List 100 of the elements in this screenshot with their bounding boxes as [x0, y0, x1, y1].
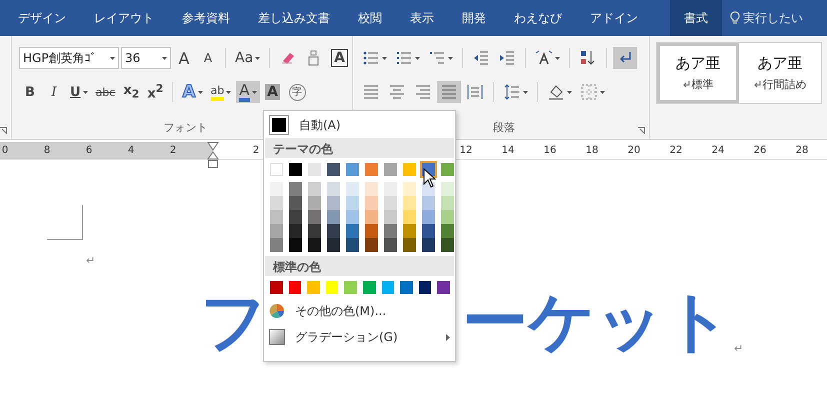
bold-button[interactable]: B — [19, 81, 41, 103]
color-swatch[interactable] — [289, 224, 302, 238]
color-swatch[interactable] — [441, 210, 454, 224]
dialog-launcher-icon[interactable] — [0, 127, 7, 134]
character-shading-button[interactable]: A — [262, 81, 284, 103]
color-swatch[interactable] — [346, 224, 359, 238]
highlight-button[interactable]: ab — [208, 81, 234, 103]
shrink-font-button[interactable]: A — [197, 47, 219, 69]
color-swatch[interactable] — [403, 238, 416, 252]
ribbon-tab[interactable]: 表示 — [396, 0, 448, 36]
color-swatch[interactable] — [307, 281, 320, 294]
color-swatch[interactable] — [308, 210, 321, 224]
ribbon-tab[interactable]: デザイン — [4, 0, 80, 36]
color-swatch[interactable] — [346, 182, 359, 196]
color-swatch[interactable] — [365, 238, 378, 252]
color-swatch[interactable] — [308, 163, 321, 176]
color-swatch[interactable] — [403, 224, 416, 238]
color-swatch[interactable] — [362, 281, 376, 294]
ribbon-tab[interactable]: アドイン — [576, 0, 652, 36]
color-swatch[interactable] — [422, 224, 435, 238]
strikethrough-button[interactable]: abc — [92, 81, 118, 103]
more-colors-item[interactable]: その他の色(M)... — [265, 298, 454, 324]
color-swatch[interactable] — [346, 210, 359, 224]
color-swatch[interactable] — [403, 196, 416, 210]
color-swatch[interactable] — [365, 163, 378, 176]
style-item[interactable]: あア亜 標準 — [657, 43, 739, 103]
color-swatch[interactable] — [346, 238, 359, 252]
underline-button[interactable]: U — [67, 81, 91, 103]
font-color-button[interactable]: A — [236, 81, 260, 103]
color-swatch[interactable] — [422, 238, 435, 252]
color-swatch[interactable] — [441, 182, 454, 196]
color-swatch[interactable] — [384, 238, 397, 252]
automatic-color-item[interactable]: 自動(A) — [265, 112, 454, 138]
color-swatch[interactable] — [441, 196, 454, 210]
color-swatch[interactable] — [289, 196, 302, 210]
color-swatch[interactable] — [346, 196, 359, 210]
color-swatch[interactable] — [308, 196, 321, 210]
color-swatch[interactable] — [403, 163, 416, 176]
tell-me-field[interactable]: 実行したい — [743, 11, 809, 25]
color-swatch[interactable] — [365, 182, 378, 196]
character-border-button[interactable]: A — [328, 47, 351, 69]
color-swatch[interactable] — [270, 196, 283, 210]
script-button[interactable]: x$_{2}$ — [120, 81, 142, 103]
color-swatch[interactable] — [288, 281, 302, 294]
color-swatch[interactable] — [422, 210, 435, 224]
color-swatch[interactable] — [403, 182, 416, 196]
color-swatch[interactable] — [382, 281, 394, 294]
color-swatch[interactable] — [422, 196, 435, 210]
font-name-field[interactable]: HGP創英角ｺﾞ — [19, 47, 119, 69]
ribbon-tab[interactable]: 開発 — [448, 0, 500, 36]
ribbon-tab[interactable]: 差し込み文書 — [244, 0, 344, 36]
script-button[interactable]: x$^{2}$ — [144, 81, 166, 103]
change-case-button[interactable]: Aa — [232, 47, 264, 69]
color-swatch[interactable] — [327, 210, 340, 224]
color-swatch[interactable] — [289, 210, 302, 224]
ribbon-tab[interactable]: レイアウト — [80, 0, 168, 36]
paragraph-mark-button[interactable] — [613, 47, 637, 69]
color-swatch[interactable] — [289, 163, 302, 176]
color-swatch[interactable] — [437, 281, 450, 294]
font-size-field[interactable]: 36 — [121, 47, 171, 69]
color-swatch[interactable] — [365, 210, 378, 224]
italic-button[interactable]: I — [43, 81, 65, 103]
ribbon-tab[interactable]: 校閲 — [344, 0, 396, 36]
indent-marker-icon[interactable] — [207, 142, 219, 169]
ribbon-tab[interactable]: わえなび — [500, 0, 576, 36]
color-swatch[interactable] — [441, 238, 454, 252]
color-swatch[interactable] — [400, 281, 413, 294]
color-swatch[interactable] — [327, 182, 340, 196]
justify-button[interactable] — [437, 81, 461, 103]
color-swatch[interactable] — [384, 224, 397, 238]
color-swatch[interactable] — [344, 281, 357, 294]
color-swatch[interactable] — [270, 210, 283, 224]
color-swatch[interactable] — [384, 196, 397, 210]
color-swatch[interactable] — [270, 281, 283, 294]
color-swatch[interactable] — [326, 281, 338, 294]
color-swatch[interactable] — [270, 224, 283, 238]
color-swatch[interactable] — [403, 210, 416, 224]
color-swatch[interactable] — [270, 163, 283, 176]
color-swatch[interactable] — [365, 196, 378, 210]
color-swatch[interactable] — [270, 238, 283, 252]
color-swatch[interactable] — [327, 163, 340, 176]
color-swatch[interactable] — [308, 238, 321, 252]
color-swatch[interactable] — [346, 163, 359, 176]
dialog-launcher-icon[interactable] — [638, 127, 645, 134]
color-swatch[interactable] — [289, 182, 302, 196]
color-swatch[interactable] — [441, 163, 454, 176]
color-swatch[interactable] — [327, 196, 340, 210]
color-swatch[interactable] — [308, 182, 321, 196]
color-swatch[interactable] — [384, 182, 397, 196]
color-swatch[interactable] — [384, 163, 397, 176]
color-swatch[interactable] — [418, 281, 432, 294]
gradient-item[interactable]: グラデーション(G) — [265, 324, 454, 350]
color-swatch[interactable] — [441, 224, 454, 238]
ribbon-tab[interactable]: 参考資料 — [168, 0, 244, 36]
color-swatch[interactable] — [308, 224, 321, 238]
grow-font-button[interactable]: A — [173, 47, 195, 69]
color-swatch[interactable] — [270, 182, 283, 196]
color-swatch[interactable] — [365, 224, 378, 238]
ribbon-tab[interactable]: 書式 — [670, 0, 722, 36]
color-swatch[interactable] — [289, 238, 302, 252]
